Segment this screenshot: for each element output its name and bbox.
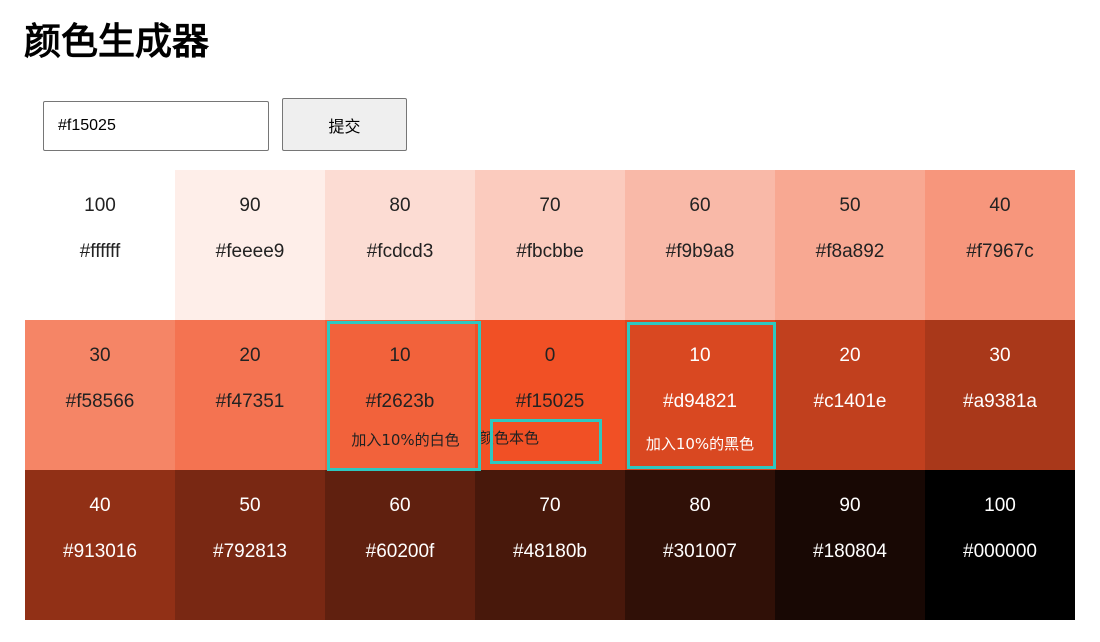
color-swatch[interactable]: 90 #180804 — [775, 470, 925, 620]
color-swatch[interactable]: 100 #ffffff — [25, 170, 175, 320]
page-title: 颜色生成器 — [24, 20, 209, 63]
color-swatch[interactable]: 10 #f2623b 加入10%的白色 — [325, 320, 475, 470]
color-swatch[interactable]: 10 #d94821 加入10%的黑色 — [625, 320, 775, 470]
swatch-weight: 20 — [839, 345, 861, 366]
color-swatch[interactable]: 60 #f9b9a8 — [625, 170, 775, 320]
color-swatch-grid: 100 #ffffff 90 #feeee9 80 #fcdcd3 70 #fbcbbe 60 #… — [25, 170, 1075, 620]
swatch-weight: 60 — [389, 495, 411, 516]
swatch-hex: #000000 — [963, 541, 1037, 562]
swatch-hex: #f58566 — [65, 391, 135, 412]
swatch-weight: 80 — [689, 495, 711, 516]
color-swatch[interactable]: 50 #f8a892 — [775, 170, 925, 320]
color-swatch[interactable]: 30 #a9381a — [925, 320, 1075, 470]
swatch-hex: #f2623b — [365, 391, 435, 412]
swatch-hex: #f8a892 — [815, 241, 885, 262]
swatch-weight: 50 — [239, 495, 261, 516]
swatch-weight: 50 — [839, 195, 861, 216]
swatch-weight: 90 — [839, 495, 861, 516]
swatch-hex: #301007 — [663, 541, 737, 562]
submit-button[interactable]: 提交 — [282, 98, 407, 151]
color-swatch[interactable]: 30 #f58566 — [25, 320, 175, 470]
swatch-hex: #f9b9a8 — [665, 241, 735, 262]
color-swatch[interactable]: 60 #60200f — [325, 470, 475, 620]
color-swatch[interactable]: 100 #000000 — [925, 470, 1075, 620]
color-swatch[interactable]: 50 #792813 — [175, 470, 325, 620]
swatch-weight: 40 — [89, 495, 111, 516]
swatch-weight: 30 — [89, 345, 111, 366]
color-swatch[interactable]: 40 #913016 — [25, 470, 175, 620]
swatch-weight: 80 — [389, 195, 411, 216]
swatch-hex: #c1401e — [813, 391, 887, 412]
swatch-weight: 100 — [984, 495, 1016, 516]
swatch-hex: #fcdcd3 — [366, 241, 434, 262]
swatch-weight: 20 — [239, 345, 261, 366]
swatch-weight: 40 — [989, 195, 1011, 216]
color-swatch[interactable]: 90 #feeee9 — [175, 170, 325, 320]
swatch-hex: #ffffff — [79, 241, 121, 262]
swatch-note: 颜色本色 — [478, 429, 539, 447]
swatch-weight: 100 — [84, 195, 116, 216]
swatch-hex: #913016 — [63, 541, 137, 562]
color-swatch[interactable]: 80 #301007 — [625, 470, 775, 620]
color-swatch[interactable]: 0 #f15025 颜色本色 — [475, 320, 625, 470]
swatch-weight: 70 — [539, 495, 561, 516]
swatch-weight: 10 — [389, 345, 411, 366]
color-swatch[interactable]: 20 #c1401e — [775, 320, 925, 470]
swatch-note: 加入10%的黑色 — [645, 435, 755, 453]
color-swatch[interactable]: 80 #fcdcd3 — [325, 170, 475, 320]
color-swatch[interactable]: 70 #fbcbbe — [475, 170, 625, 320]
color-swatch[interactable]: 70 #48180b — [475, 470, 625, 620]
swatch-weight: 70 — [539, 195, 561, 216]
swatch-hex: #fbcbbe — [516, 241, 584, 262]
swatch-hex: #d94821 — [663, 391, 737, 412]
swatch-hex: #792813 — [213, 541, 287, 562]
color-swatch[interactable]: 20 #f47351 — [175, 320, 325, 470]
swatch-weight: 60 — [689, 195, 711, 216]
color-swatch[interactable]: 40 #f7967c — [925, 170, 1075, 320]
swatch-hex: #f47351 — [215, 391, 285, 412]
swatch-weight: 0 — [544, 345, 556, 366]
swatch-hex: #180804 — [813, 541, 887, 562]
swatch-hex: #feeee9 — [215, 241, 285, 262]
swatch-weight: 10 — [689, 345, 711, 366]
swatch-hex: #60200f — [365, 541, 435, 562]
swatch-hex: #a9381a — [963, 391, 1037, 412]
swatch-weight: 90 — [239, 195, 261, 216]
swatch-hex: #f15025 — [515, 391, 585, 412]
swatch-hex: #f7967c — [966, 241, 1034, 262]
swatch-weight: 30 — [989, 345, 1011, 366]
swatch-hex: #48180b — [513, 541, 587, 562]
color-input[interactable] — [43, 101, 269, 151]
